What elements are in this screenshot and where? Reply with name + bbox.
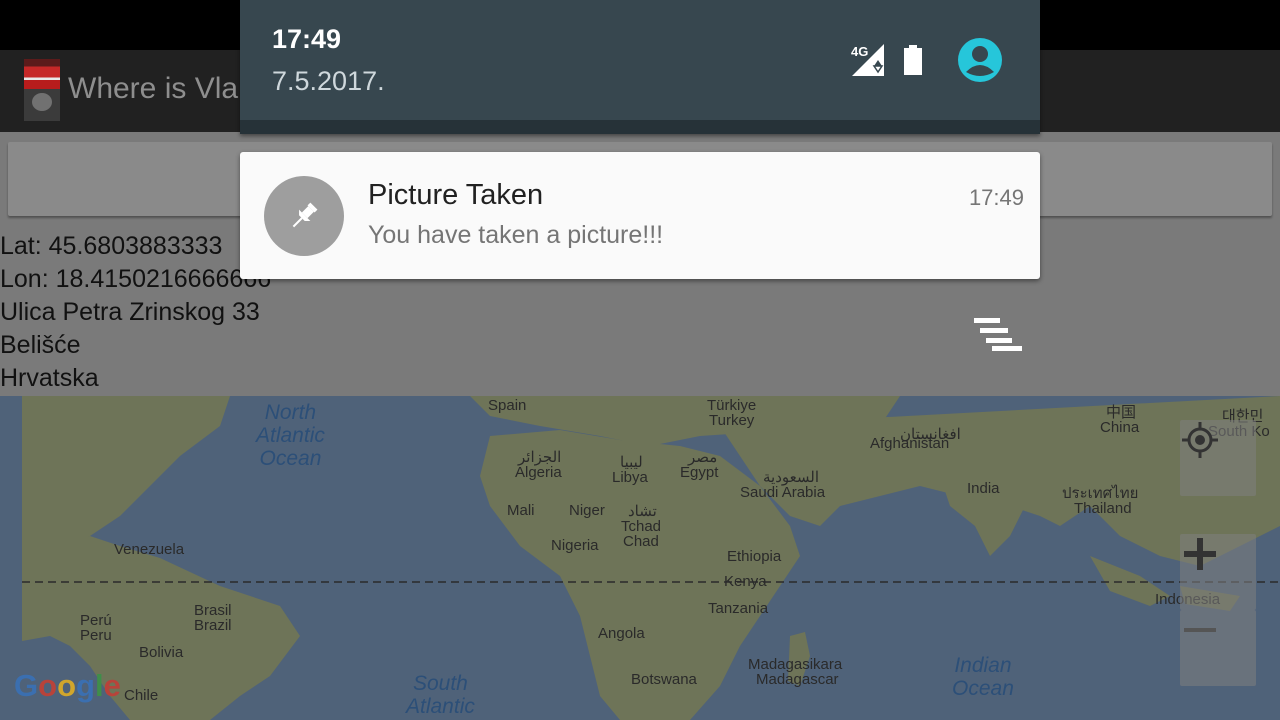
notification-shade-header[interactable]: 17:49 7.5.2017. 4G [240, 0, 1040, 134]
map-label-china-local: 中国 [1106, 404, 1137, 421]
map-label-libya-local: ليبيا [620, 454, 643, 471]
map-label-tanzania: Tanzania [708, 600, 769, 617]
map-label-china: China [1100, 419, 1140, 436]
network-type-label: 4G [851, 44, 869, 59]
ocean-label-north-atlantic: North Atlantic Ocean [256, 401, 325, 470]
map-label-peru-local: Perú [80, 612, 112, 629]
country-text: Hrvatska [0, 364, 99, 392]
shade-date[interactable]: 7.5.2017. [272, 66, 385, 97]
map-label-ethiopia: Ethiopia [727, 548, 782, 565]
app-icon[interactable] [24, 59, 60, 121]
notification-icon-badge [264, 176, 344, 256]
map-label-brazil: Brazil [194, 617, 232, 634]
map-label-chad-local: تشاد [628, 503, 657, 520]
map-label-algeria: Algeria [515, 464, 562, 481]
map-label-spain: Spain [488, 397, 527, 414]
map-label-bolivia: Bolivia [139, 644, 184, 661]
map-view[interactable]: Spain Türkiye Turkey افغانستان Afghanist… [0, 396, 1280, 720]
map-label-mali: Mali [507, 502, 535, 519]
my-location-icon [1182, 422, 1218, 458]
map-label-algeria-local: الجزائر [518, 449, 562, 466]
city-text: Belišće [0, 331, 81, 359]
map-label-chad: Chad [623, 533, 659, 550]
zoom-in-button[interactable] [1180, 534, 1256, 610]
latitude-text: Lat: 45.6803883333 [0, 232, 223, 260]
notification-text: You have taken a picture!!! [368, 221, 664, 249]
google-logo: Google [14, 668, 121, 703]
notification-title: Picture Taken [368, 179, 544, 211]
notification-time: 17:49 [968, 185, 1024, 210]
map-label-madagascar: Madagascar [756, 671, 839, 688]
map-label-turkiye: Türkiye [707, 397, 757, 414]
map-label-thailand-local: ประเทศไทย [1062, 485, 1139, 502]
map-label-madagasikara: Madagasikara [748, 656, 843, 673]
minus-icon [1184, 628, 1216, 632]
clear-all-icon[interactable] [974, 318, 1022, 354]
zoom-out-button[interactable] [1180, 610, 1256, 686]
map-label-india: India [967, 480, 1000, 497]
map-label-niger: Niger [569, 502, 605, 519]
shade-clock[interactable]: 17:49 [272, 24, 341, 55]
my-location-button[interactable] [1180, 420, 1256, 496]
longitude-text: Lon: 18.4150216666666 [0, 265, 272, 293]
shade-header-divider [240, 120, 1040, 134]
app-title: Where is Vla [68, 72, 239, 105]
map-label-chile: Chile [124, 687, 159, 704]
map-label-angola: Angola [598, 625, 645, 642]
location-info: Lat: 45.6803883333 Lon: 18.4150216666666… [0, 230, 271, 395]
map-label-peru: Peru [80, 627, 112, 644]
plus-icon [1184, 538, 1216, 570]
map-label-libya: Libya [612, 469, 648, 486]
map-label-kenya: Kenya [724, 573, 767, 590]
map-label-egypt-local: مصر [688, 449, 718, 466]
battery-icon [904, 45, 922, 75]
map-label-turkey: Turkey [709, 412, 755, 429]
map-label-saudi: Saudi Arabia [740, 484, 826, 501]
street-text: Ulica Petra Zrinskog 33 [0, 298, 260, 326]
user-account-icon[interactable] [958, 38, 1002, 82]
map-label-brasil: Brasil [194, 602, 232, 619]
map-label-egypt: Egypt [680, 464, 719, 481]
map-label-nigeria: Nigeria [551, 537, 599, 554]
map-label-afghanistan: Afghanistan [870, 435, 950, 452]
map-label-venezuela: Venezuela [114, 541, 185, 558]
map-label-thailand: Thailand [1074, 500, 1132, 517]
map-label-saudi-local: السعودية [763, 469, 820, 486]
map-label-botswana: Botswana [631, 671, 697, 688]
pin-icon [292, 202, 318, 228]
notification-card[interactable]: Picture Taken You have taken a picture!!… [240, 152, 1040, 279]
map-label-tchad: Tchad [621, 518, 662, 535]
ocean-label-south-atlantic: South Atlantic [406, 672, 475, 718]
ocean-label-indian: Indian Ocean [952, 654, 1014, 700]
